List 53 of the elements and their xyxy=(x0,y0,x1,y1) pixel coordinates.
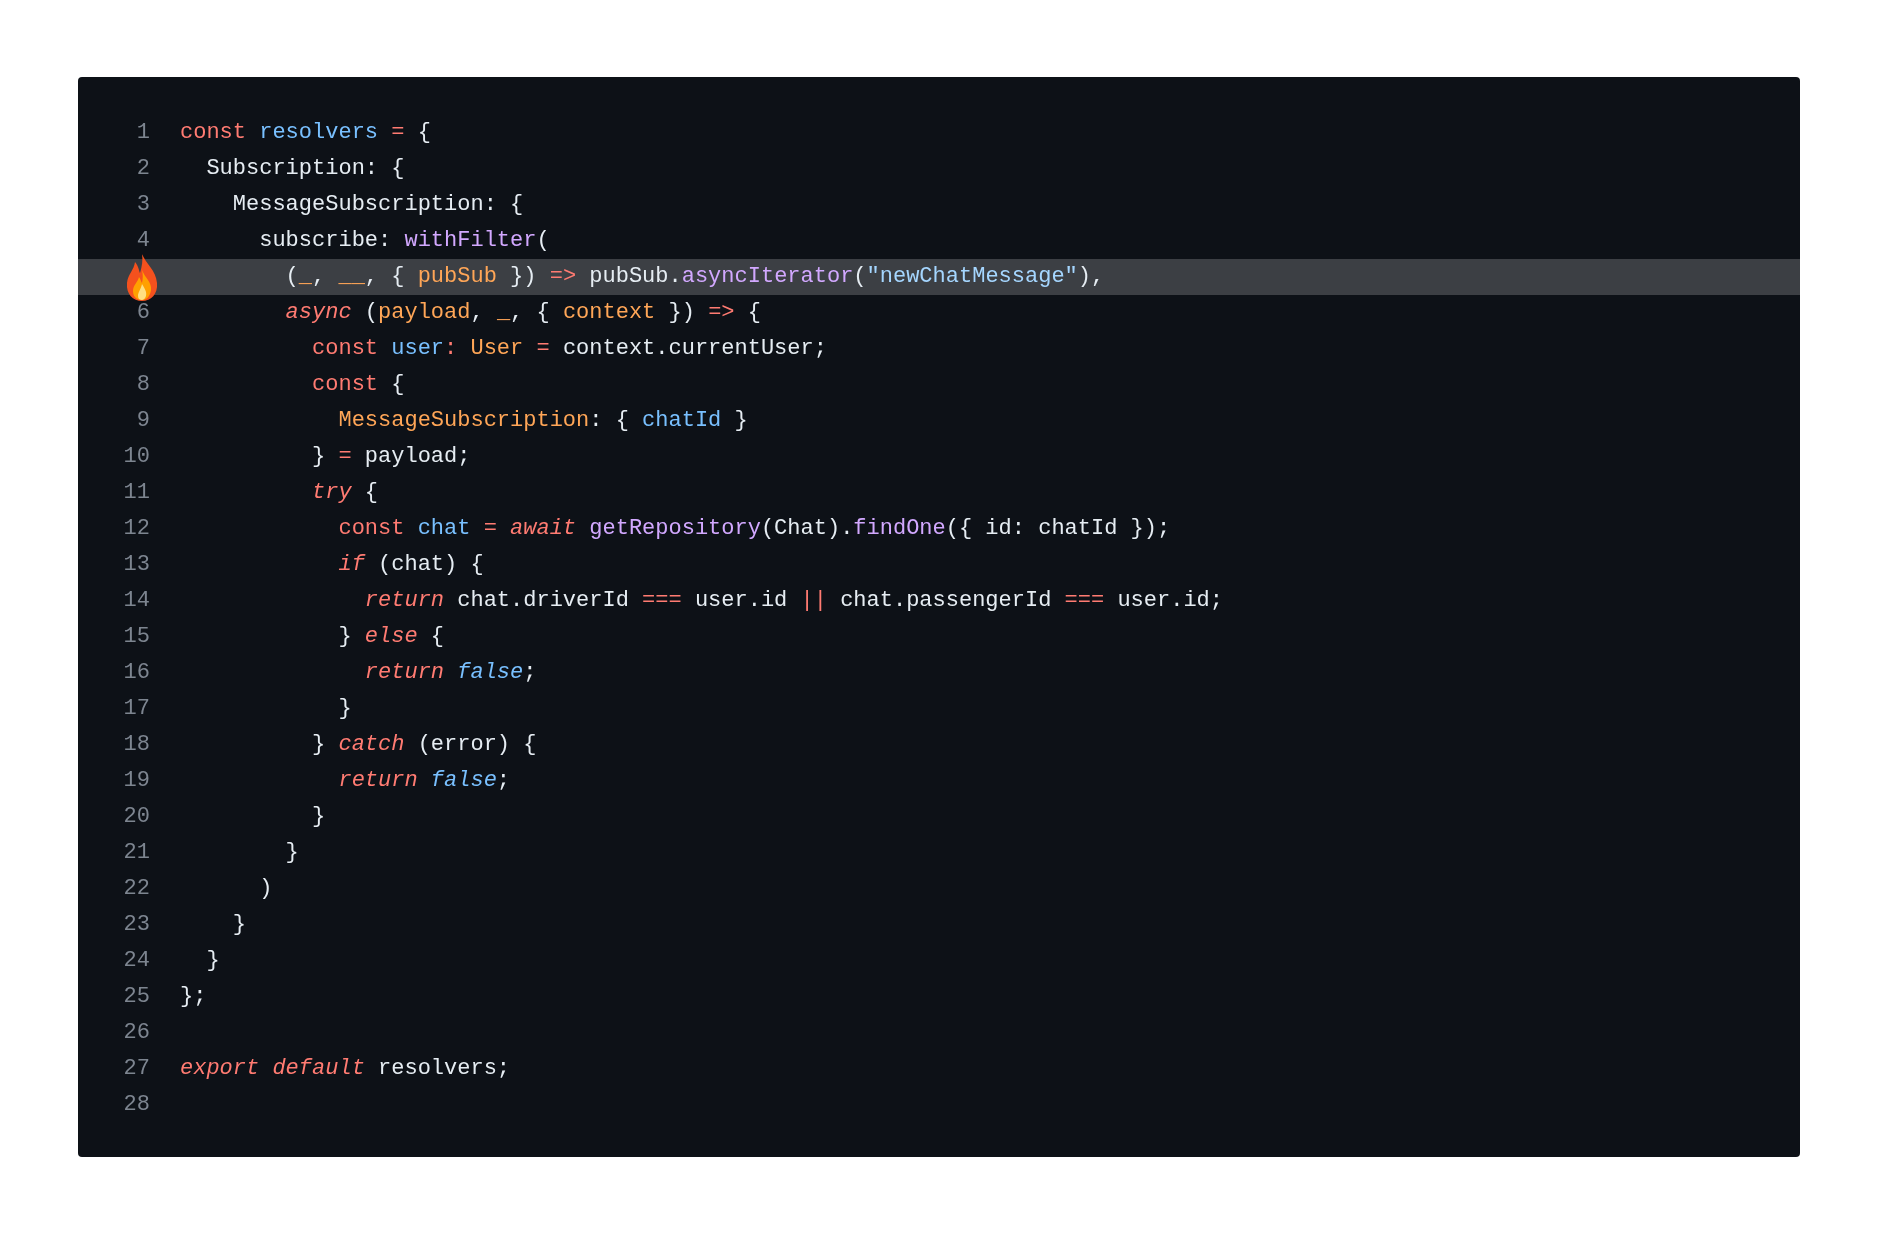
code-line: } = payload; xyxy=(311,443,471,471)
line-number: 6 xyxy=(136,299,150,327)
line-number: 10 xyxy=(123,443,150,471)
code-line: } xyxy=(231,911,246,939)
line-number: 2 xyxy=(136,155,150,183)
code-line: return false; xyxy=(363,659,537,687)
line-number: 1 xyxy=(136,119,150,147)
line-number: 12 xyxy=(123,515,150,543)
code-line: MessageSubscription: { chatId } xyxy=(337,407,748,435)
code-line: const { xyxy=(311,371,405,399)
line-number: 19 xyxy=(123,767,150,795)
line-number: 13 xyxy=(123,551,150,579)
code-line: return chat.driverId === user.id || chat.passengerId === user.id; xyxy=(363,587,1223,615)
code-line: } catch (error) { xyxy=(311,731,537,759)
line-number: 3 xyxy=(136,191,150,219)
code-line: } xyxy=(284,839,299,867)
code-line: try { xyxy=(311,479,379,507)
line-number: 20 xyxy=(123,803,150,831)
line-number: 25 xyxy=(123,983,150,1011)
line-number: 11 xyxy=(123,479,150,507)
code-line: Subscription: { xyxy=(205,155,405,183)
line-number: 23 xyxy=(123,911,150,939)
code-line: return false; xyxy=(337,767,511,795)
line-number: 7 xyxy=(136,335,150,363)
code-line: } xyxy=(205,947,220,975)
line-number: 18 xyxy=(123,731,150,759)
line-number: 21 xyxy=(123,839,150,867)
code-line: }; xyxy=(180,983,207,1011)
code-line: (_, __, { pubSub }) => pubSub.asyncIterator("newChatMessage"), xyxy=(284,263,1105,291)
line-number: 4 xyxy=(136,227,150,255)
code-line: if (chat) { xyxy=(337,551,484,579)
line-number: 24 xyxy=(123,947,150,975)
code-line: const resolvers = { xyxy=(180,119,431,147)
line-number: 16 xyxy=(123,659,150,687)
code-line: const chat = await getRepository(Chat).findOne({ id: chatId }); xyxy=(337,515,1171,543)
line-number: 9 xyxy=(136,407,150,435)
code-line: async (payload, _, { context }) => { xyxy=(284,299,761,327)
line-number: 8 xyxy=(136,371,150,399)
line-number: 22 xyxy=(123,875,150,903)
line-number: 27 xyxy=(123,1055,150,1083)
line-number: 28 xyxy=(123,1091,150,1119)
code-line: } xyxy=(337,695,352,723)
code-line: } xyxy=(311,803,326,831)
line-number: 15 xyxy=(123,623,150,651)
code-line: } else { xyxy=(337,623,445,651)
line-number: 14 xyxy=(123,587,150,615)
code-line: subscribe: withFilter( xyxy=(258,227,550,255)
code-line: const user: User = context.currentUser; xyxy=(311,335,827,363)
code-line: ) xyxy=(258,875,273,903)
code-line: export default resolvers; xyxy=(180,1055,511,1083)
line-number: 26 xyxy=(123,1019,150,1047)
line-number: 17 xyxy=(123,695,150,723)
code-line: MessageSubscription: { xyxy=(231,191,524,219)
